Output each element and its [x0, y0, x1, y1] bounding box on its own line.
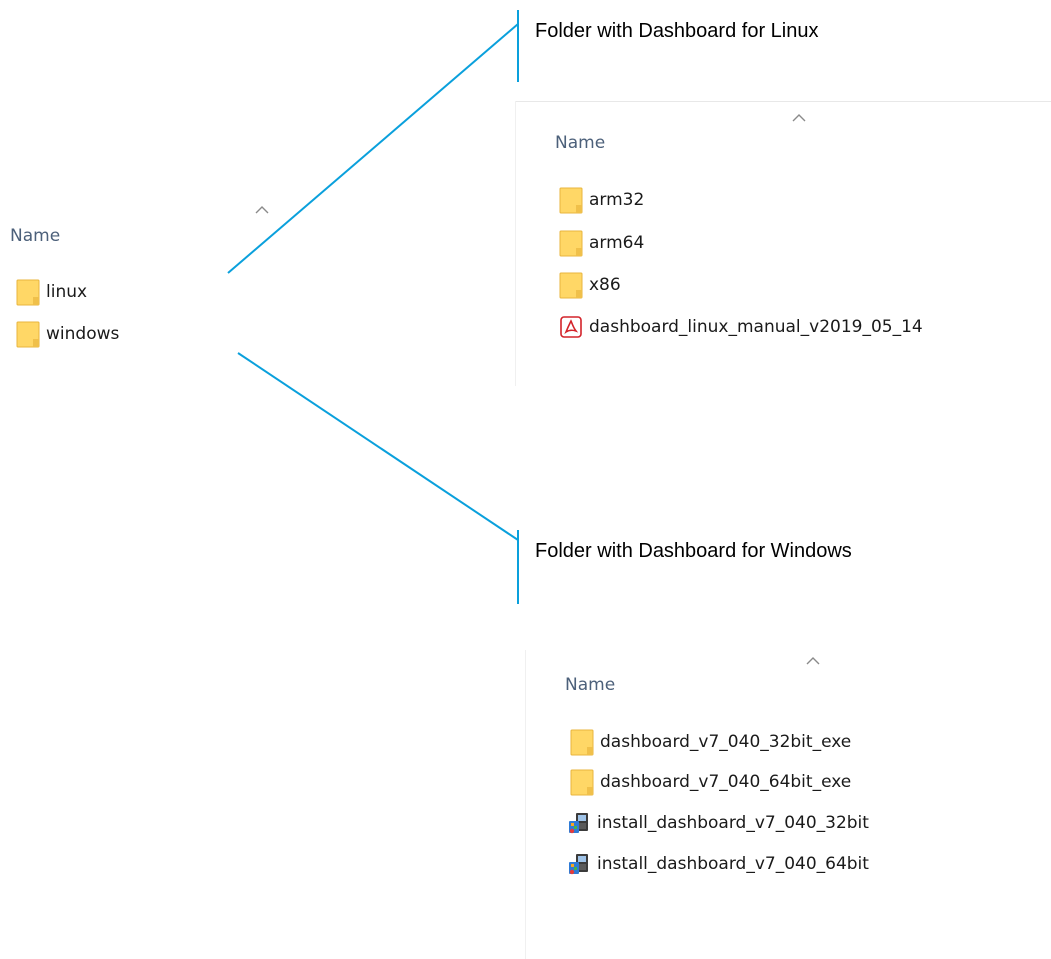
list-item-folder-64bit-exe[interactable]: dashboard_v7_040_64bit_exe	[570, 765, 851, 799]
linux-pane-edge	[515, 101, 516, 386]
list-item-label: windows	[46, 324, 120, 344]
linux-callout-label: Folder with Dashboard for Linux	[535, 20, 819, 42]
folder-icon	[16, 279, 40, 306]
windows-connector-line	[237, 352, 519, 541]
linux-callout-bar	[517, 10, 519, 82]
list-item-label: dashboard_v7_040_64bit_exe	[600, 772, 852, 792]
root-name-column-header[interactable]: Name	[10, 226, 60, 246]
list-item-folder-windows[interactable]: windows	[16, 317, 119, 351]
windows-callout-label: Folder with Dashboard for Windows	[535, 540, 852, 562]
folder-icon	[559, 187, 583, 214]
list-item-label: dashboard_linux_manual_v2019_05_14	[589, 317, 923, 337]
list-item-label: x86	[589, 275, 621, 295]
windows-callout-bar	[517, 530, 519, 604]
linux-name-column-header[interactable]: Name	[555, 133, 605, 153]
list-item-folder-x86[interactable]: x86	[559, 268, 621, 302]
folder-icon	[570, 769, 594, 796]
linux-pane-divider	[515, 101, 1051, 102]
sort-ascending-icon[interactable]	[806, 657, 820, 665]
folder-icon	[570, 729, 594, 756]
folder-icon	[559, 272, 583, 299]
installer-icon	[569, 813, 588, 834]
list-item-label: linux	[46, 282, 88, 302]
list-item-installer-32bit[interactable]: install_dashboard_v7_040_32bit	[567, 806, 869, 840]
pdf-icon	[560, 316, 582, 338]
list-item-folder-linux[interactable]: linux	[16, 275, 87, 309]
installer-icon	[569, 854, 588, 875]
sort-ascending-icon[interactable]	[792, 114, 806, 122]
folder-icon	[559, 230, 583, 257]
list-item-label: arm64	[589, 233, 645, 253]
list-item-folder-32bit-exe[interactable]: dashboard_v7_040_32bit_exe	[570, 725, 851, 759]
list-item-pdf-manual[interactable]: dashboard_linux_manual_v2019_05_14	[559, 310, 923, 344]
linux-connector-line	[227, 23, 519, 274]
sort-ascending-icon[interactable]	[255, 206, 269, 214]
folder-icon	[16, 321, 40, 348]
list-item-label: dashboard_v7_040_32bit_exe	[600, 732, 852, 752]
list-item-label: arm32	[589, 190, 645, 210]
list-item-label: install_dashboard_v7_040_64bit	[597, 854, 869, 874]
list-item-label: install_dashboard_v7_040_32bit	[597, 813, 869, 833]
list-item-folder-arm32[interactable]: arm32	[559, 183, 644, 217]
windows-name-column-header[interactable]: Name	[565, 675, 615, 695]
list-item-folder-arm64[interactable]: arm64	[559, 226, 644, 260]
list-item-installer-64bit[interactable]: install_dashboard_v7_040_64bit	[567, 847, 869, 881]
windows-pane-edge	[525, 650, 526, 959]
